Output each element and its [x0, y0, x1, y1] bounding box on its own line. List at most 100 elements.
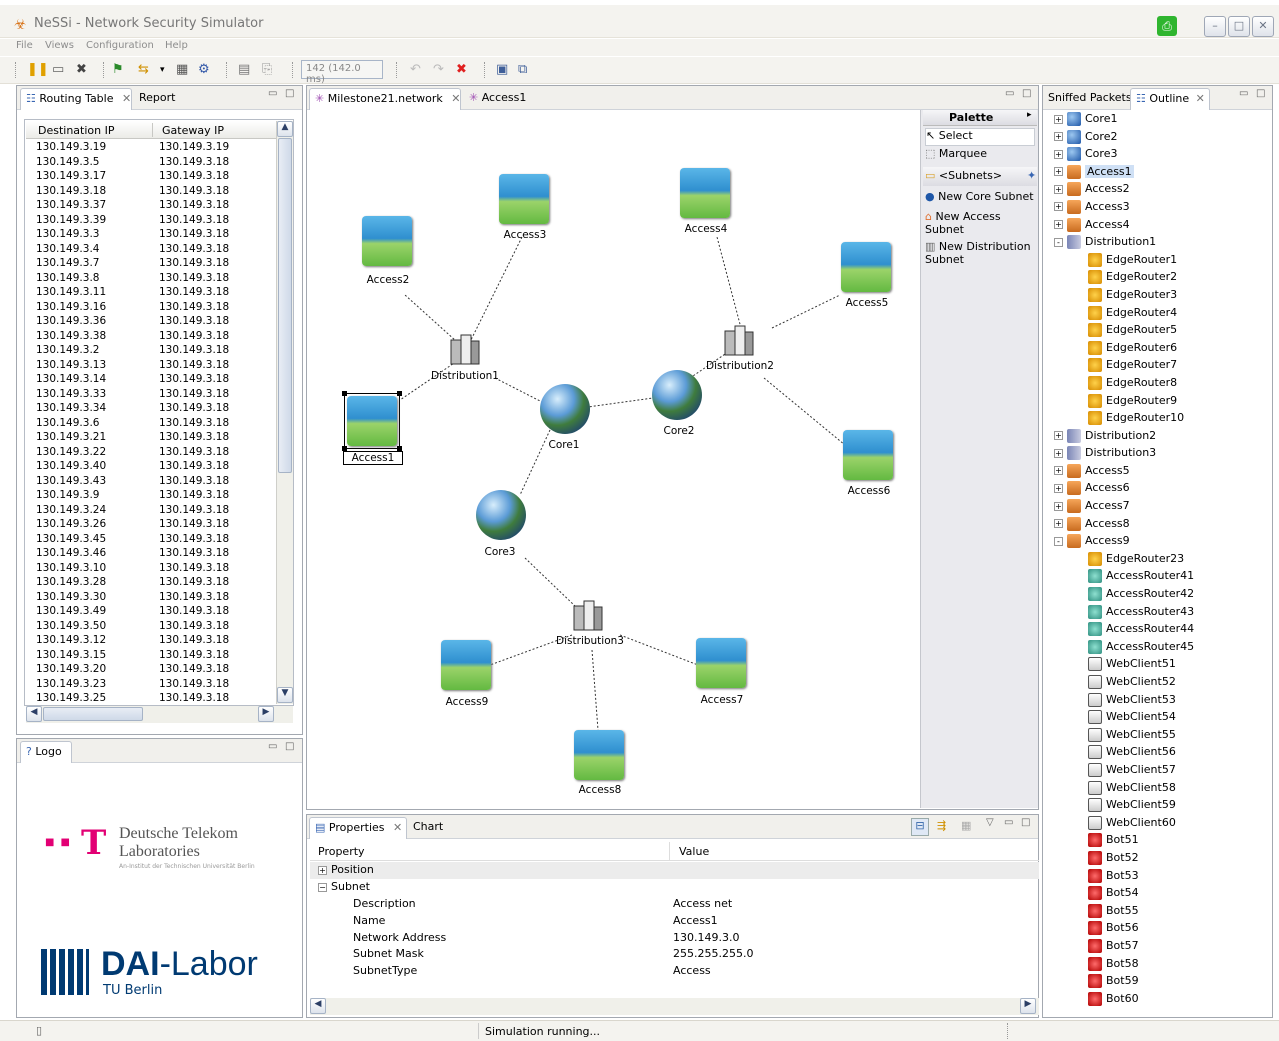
scroll-right-button[interactable]: ▶	[1020, 998, 1036, 1014]
outline-item[interactable]: AccessRouter42	[1048, 585, 1271, 603]
outline-item[interactable]: WebClient55	[1048, 726, 1271, 744]
defaults-icon[interactable]: ▦	[961, 819, 971, 832]
table-row[interactable]: 130.149.3.46 130.149.3.18	[26, 546, 276, 561]
table-row[interactable]: 130.149.3.21 130.149.3.18	[26, 430, 276, 445]
outline-item[interactable]: WebClient51	[1048, 655, 1271, 673]
node-access8[interactable]: Access8	[574, 730, 634, 802]
table-row[interactable]: 130.149.3.13 130.149.3.18	[26, 358, 276, 373]
node-core1[interactable]: Core1	[540, 384, 600, 456]
h-scroll-thumb[interactable]	[43, 707, 143, 721]
outline-item[interactable]: WebClient54	[1048, 708, 1271, 726]
outline-item[interactable]: AccessRouter44	[1048, 620, 1271, 638]
node-distribution2[interactable]: Distribution2	[695, 323, 785, 379]
table-row[interactable]: 130.149.3.33 130.149.3.18	[26, 387, 276, 402]
menu-help[interactable]: Help	[165, 40, 188, 51]
table-row[interactable]: 130.149.3.43 130.149.3.18	[26, 474, 276, 489]
table-row[interactable]: 130.149.3.19 130.149.3.19	[26, 140, 276, 155]
network-canvas[interactable]: Access2 Access3 Access4 Access5 Access1 …	[310, 110, 917, 808]
scroll-down-button[interactable]: ▼	[277, 687, 293, 703]
node-distribution3[interactable]: Distribution3	[545, 598, 635, 654]
palette-collapse-icon[interactable]: ▸	[1027, 110, 1032, 120]
expand-icon[interactable]: +	[1054, 483, 1063, 493]
expand-icon[interactable]: +	[1054, 149, 1063, 159]
menu-views[interactable]: Views	[45, 40, 74, 51]
close-tab-icon[interactable]: ✕	[393, 821, 402, 834]
menu-file[interactable]: File	[16, 40, 33, 51]
outline-item[interactable]: WebClient53	[1048, 691, 1271, 709]
outline-item[interactable]: - Access9	[1048, 532, 1271, 550]
outline-item[interactable]: EdgeRouter5	[1048, 321, 1271, 339]
collapse-icon[interactable]: -	[1054, 237, 1063, 247]
scroll-thumb[interactable]	[278, 138, 292, 473]
palette-subnets-drawer[interactable]: ▭ <Subnets> ✦	[923, 167, 1037, 186]
table-row[interactable]: 130.149.3.9 130.149.3.18	[26, 488, 276, 503]
property-row[interactable]: Name Access1	[310, 913, 1039, 930]
expand-icon[interactable]: +	[1054, 501, 1063, 511]
fast-view-icon[interactable]: ▯	[36, 1024, 42, 1037]
window-icon[interactable]: ▭	[52, 62, 64, 78]
outline-item[interactable]: Bot54	[1048, 884, 1271, 902]
outline-item[interactable]: WebClient58	[1048, 779, 1271, 797]
node-access4[interactable]: Access4	[680, 168, 740, 240]
expand-icon[interactable]: +	[1054, 466, 1063, 476]
close-tab-icon[interactable]: ✕	[451, 92, 460, 105]
properties-h-scrollbar[interactable]: ◀ ▶	[310, 998, 1039, 1015]
save-icon[interactable]: ▣	[496, 62, 508, 78]
node-distribution1[interactable]: Distribution1	[420, 332, 510, 388]
minimize-view-icon[interactable]: ▭	[1005, 88, 1014, 99]
outline-item[interactable]: Bot52	[1048, 849, 1271, 867]
close-tab-icon[interactable]: ✕	[122, 92, 131, 105]
table-row[interactable]: 130.149.3.24 130.149.3.18	[26, 503, 276, 518]
maximize-view-icon[interactable]: □	[285, 88, 294, 99]
outline-item[interactable]: Bot53	[1048, 867, 1271, 885]
outline-item[interactable]: Bot58	[1048, 955, 1271, 973]
node-core3[interactable]: Core3	[476, 490, 536, 562]
table-row[interactable]: 130.149.3.11 130.149.3.18	[26, 285, 276, 300]
node-core2[interactable]: Core2	[652, 370, 712, 442]
property-row[interactable]: Subnet Mask 255.255.255.0	[310, 946, 1039, 963]
expand-icon[interactable]: +	[1054, 132, 1063, 142]
outline-item[interactable]: AccessRouter41	[1048, 567, 1271, 585]
column-gateway-ip[interactable]: Gateway IP	[162, 124, 224, 137]
table-row[interactable]: 130.149.3.28 130.149.3.18	[26, 575, 276, 590]
outline-item[interactable]: EdgeRouter6	[1048, 339, 1271, 357]
close-tab-icon[interactable]: ✕	[1196, 92, 1205, 105]
stop-icon[interactable]: ✖	[76, 62, 87, 78]
dropdown-icon[interactable]: ▾	[160, 62, 165, 78]
expand-icon[interactable]: +	[1054, 184, 1063, 194]
minimize-view-icon[interactable]: ▭	[268, 741, 277, 752]
redo-icon[interactable]: ↷	[433, 62, 444, 78]
scroll-right-button[interactable]: ▶	[258, 706, 274, 722]
outline-item[interactable]: + Distribution2	[1048, 427, 1271, 445]
settings-icon[interactable]: ⚙	[198, 62, 210, 78]
outline-item[interactable]: WebClient60	[1048, 814, 1271, 832]
save-all-icon[interactable]: ⧉	[518, 62, 527, 78]
outline-item[interactable]: WebClient59	[1048, 796, 1271, 814]
property-position[interactable]: + Position	[310, 862, 1039, 879]
outline-item[interactable]: EdgeRouter8	[1048, 374, 1271, 392]
minimize-view-icon[interactable]: ▭	[1239, 88, 1248, 99]
outline-item[interactable]: Bot51	[1048, 831, 1271, 849]
outline-item[interactable]: EdgeRouter3	[1048, 286, 1271, 304]
maximize-view-icon[interactable]: □	[285, 741, 294, 752]
outline-item[interactable]: EdgeRouter1	[1048, 251, 1271, 269]
outline-item[interactable]: WebClient57	[1048, 761, 1271, 779]
expand-icon[interactable]: +	[1054, 431, 1063, 441]
node-access9[interactable]: Access9	[441, 640, 501, 712]
minimize-view-icon[interactable]: ▭	[268, 88, 277, 99]
outline-item[interactable]: EdgeRouter7	[1048, 356, 1271, 374]
outline-item[interactable]: EdgeRouter2	[1048, 268, 1271, 286]
tab-chart[interactable]: Chart	[408, 817, 448, 839]
table-row[interactable]: 130.149.3.2 130.149.3.18	[26, 343, 276, 358]
tab-report[interactable]: Report	[134, 88, 180, 110]
resize-handle[interactable]	[397, 446, 402, 451]
palette-marquee[interactable]: ⬚ Marquee	[925, 147, 987, 160]
property-row[interactable]: SubnetType Access	[310, 963, 1039, 980]
expand-icon[interactable]: +	[318, 865, 327, 875]
property-subnet[interactable]: − Subnet	[310, 879, 1039, 896]
expand-icon[interactable]: +	[1054, 448, 1063, 458]
palette-new-access-subnet[interactable]: ⌂ New Access Subnet	[925, 210, 1037, 236]
undo-icon[interactable]: ↶	[410, 62, 421, 78]
export-icon[interactable]: ⎘	[262, 62, 272, 78]
scroll-up-button[interactable]: ▲	[277, 121, 293, 137]
